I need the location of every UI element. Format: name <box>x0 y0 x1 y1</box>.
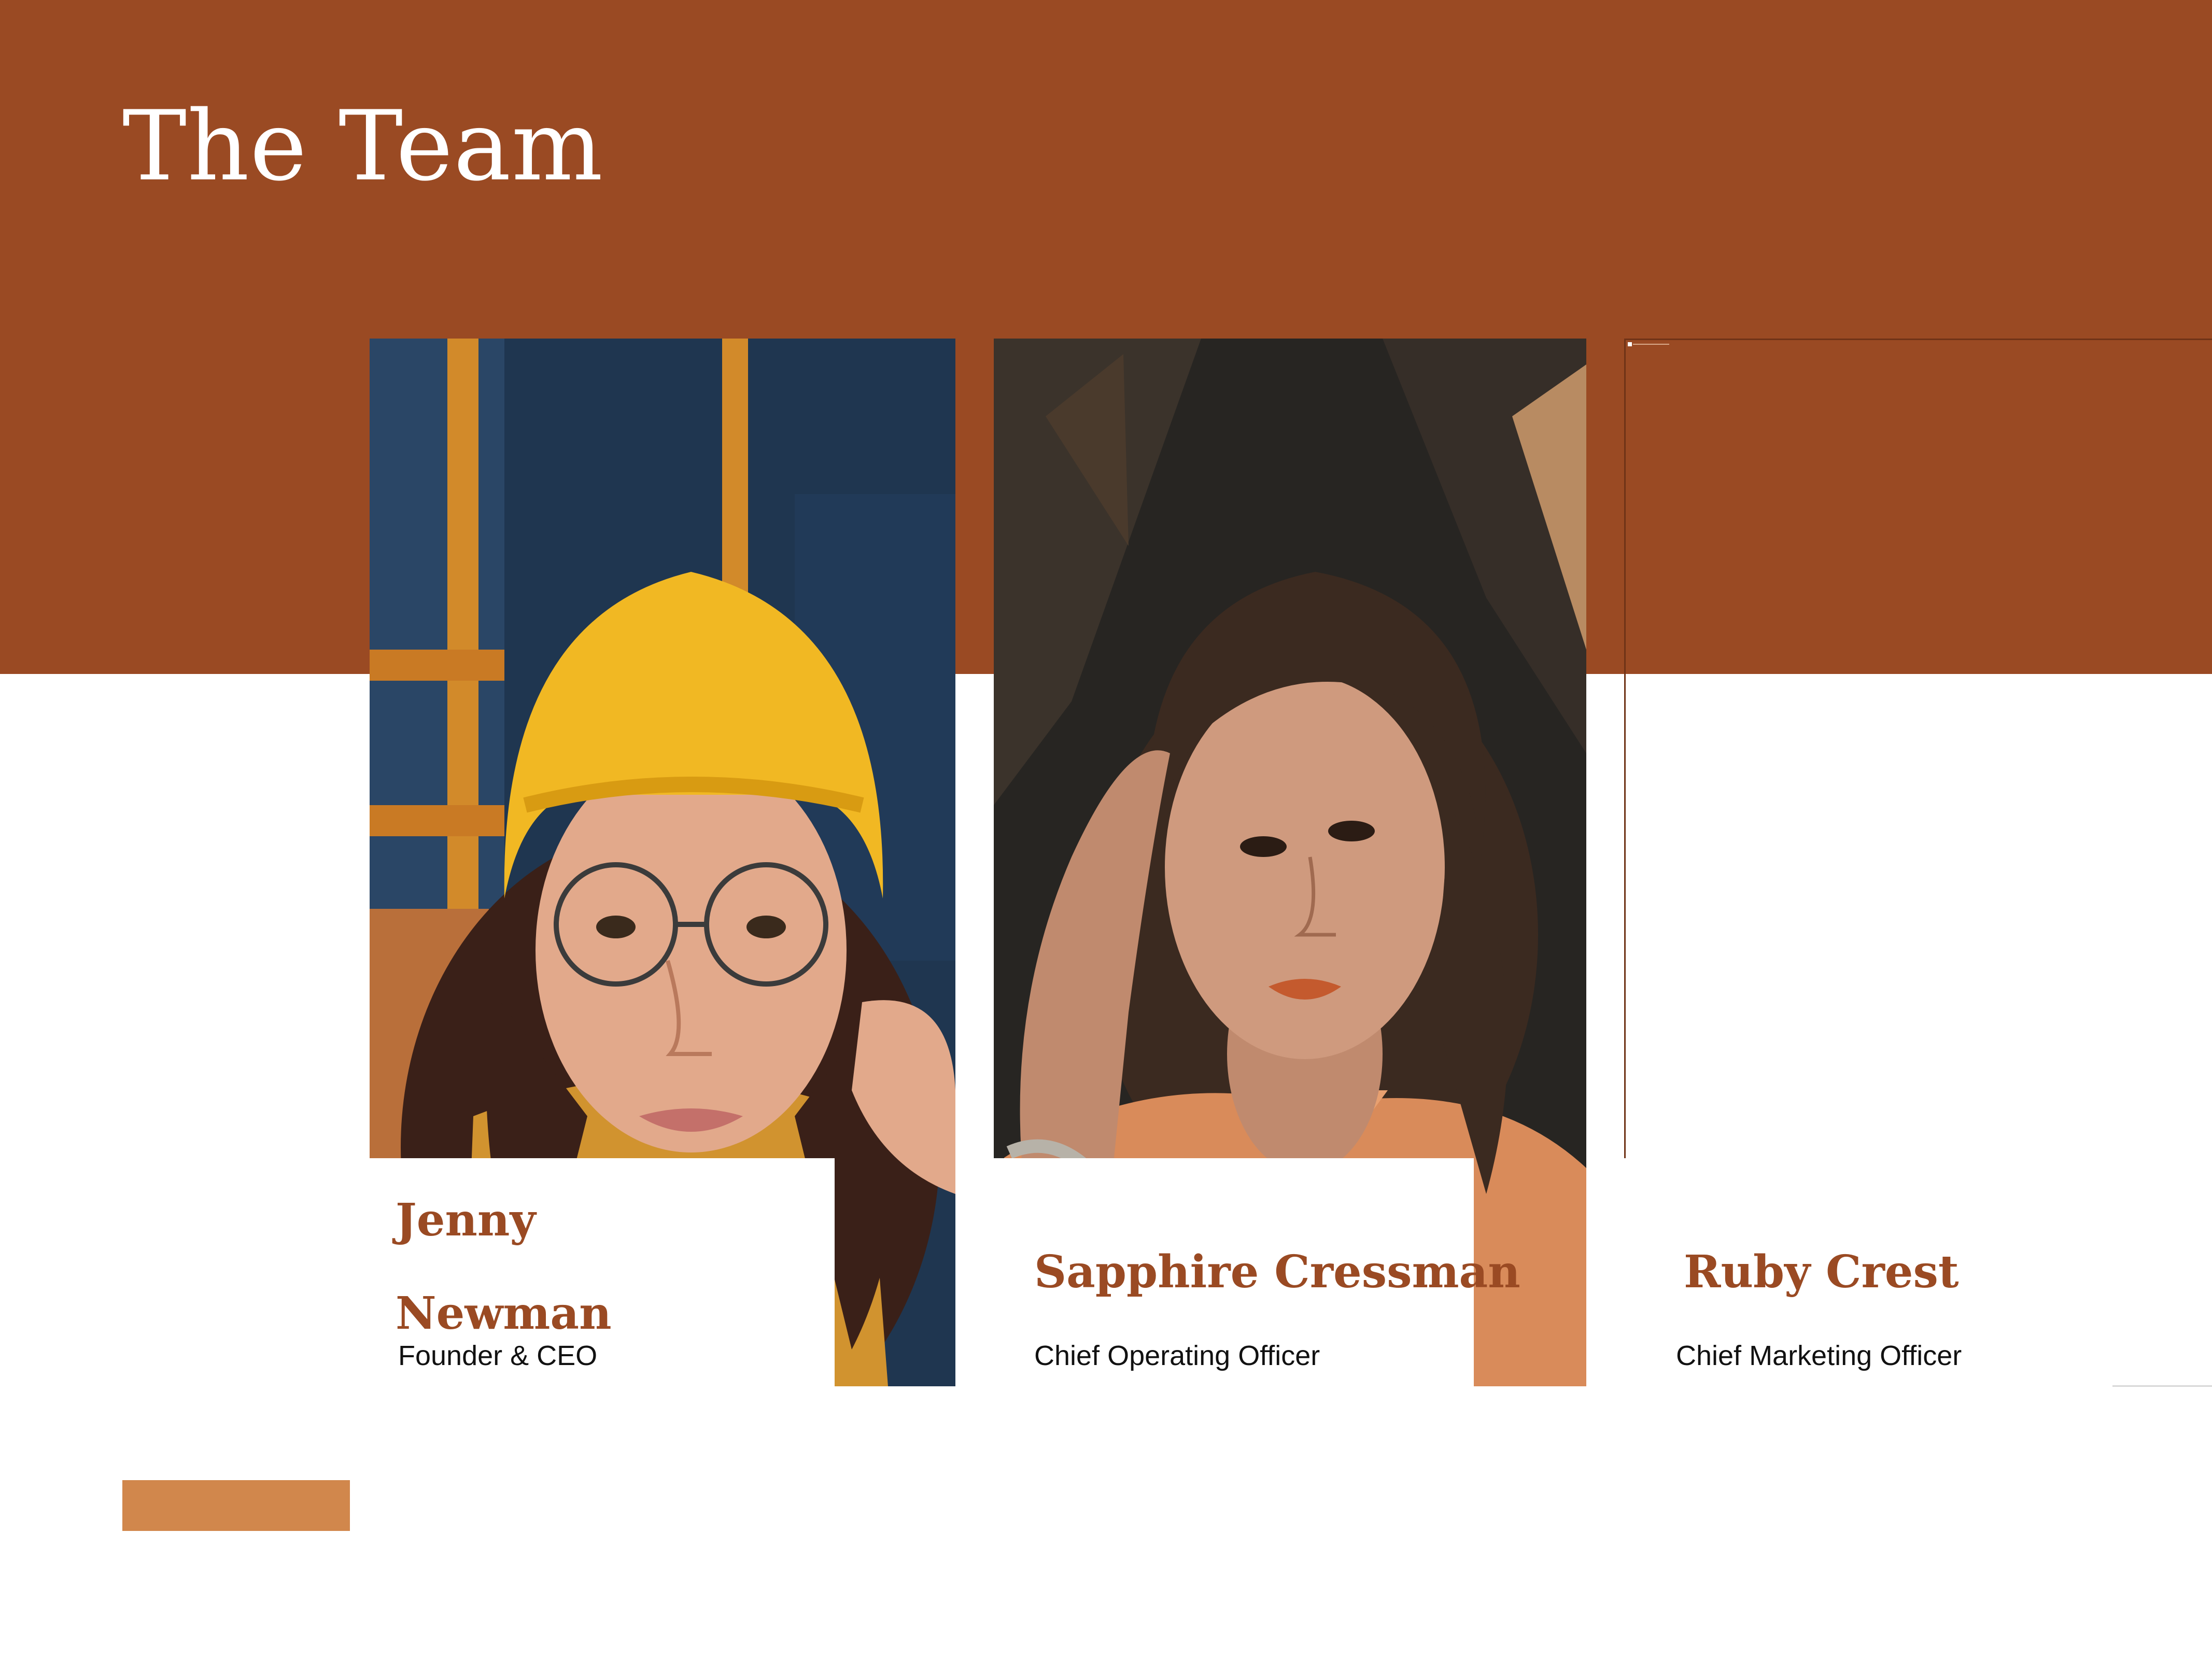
member-name: Jenny Newman <box>396 1194 612 1340</box>
broken-image-icon <box>1628 342 1632 346</box>
accent-bar <box>122 1480 350 1531</box>
member-role: Chief Operating Officer <box>1034 1340 1320 1371</box>
divider <box>2112 1385 2212 1387</box>
broken-image-line <box>1633 344 1669 345</box>
member-role: Chief Marketing Officer <box>1676 1340 1962 1371</box>
team-member-card-jenny: Jenny Newman Founder & CEO <box>370 1158 835 1386</box>
page-title: The Team <box>122 90 604 202</box>
team-member-card-ruby: Ruby Crest Chief Marketing Officer <box>1624 1158 2212 1386</box>
member-role: Founder & CEO <box>398 1340 598 1371</box>
member-name: Ruby Crest <box>1684 1246 1959 1298</box>
team-member-card-sapphire: Sapphire Cressman Chief Operating Office… <box>994 1158 1520 1386</box>
member-name: Sapphire Cressman <box>1034 1246 1520 1298</box>
